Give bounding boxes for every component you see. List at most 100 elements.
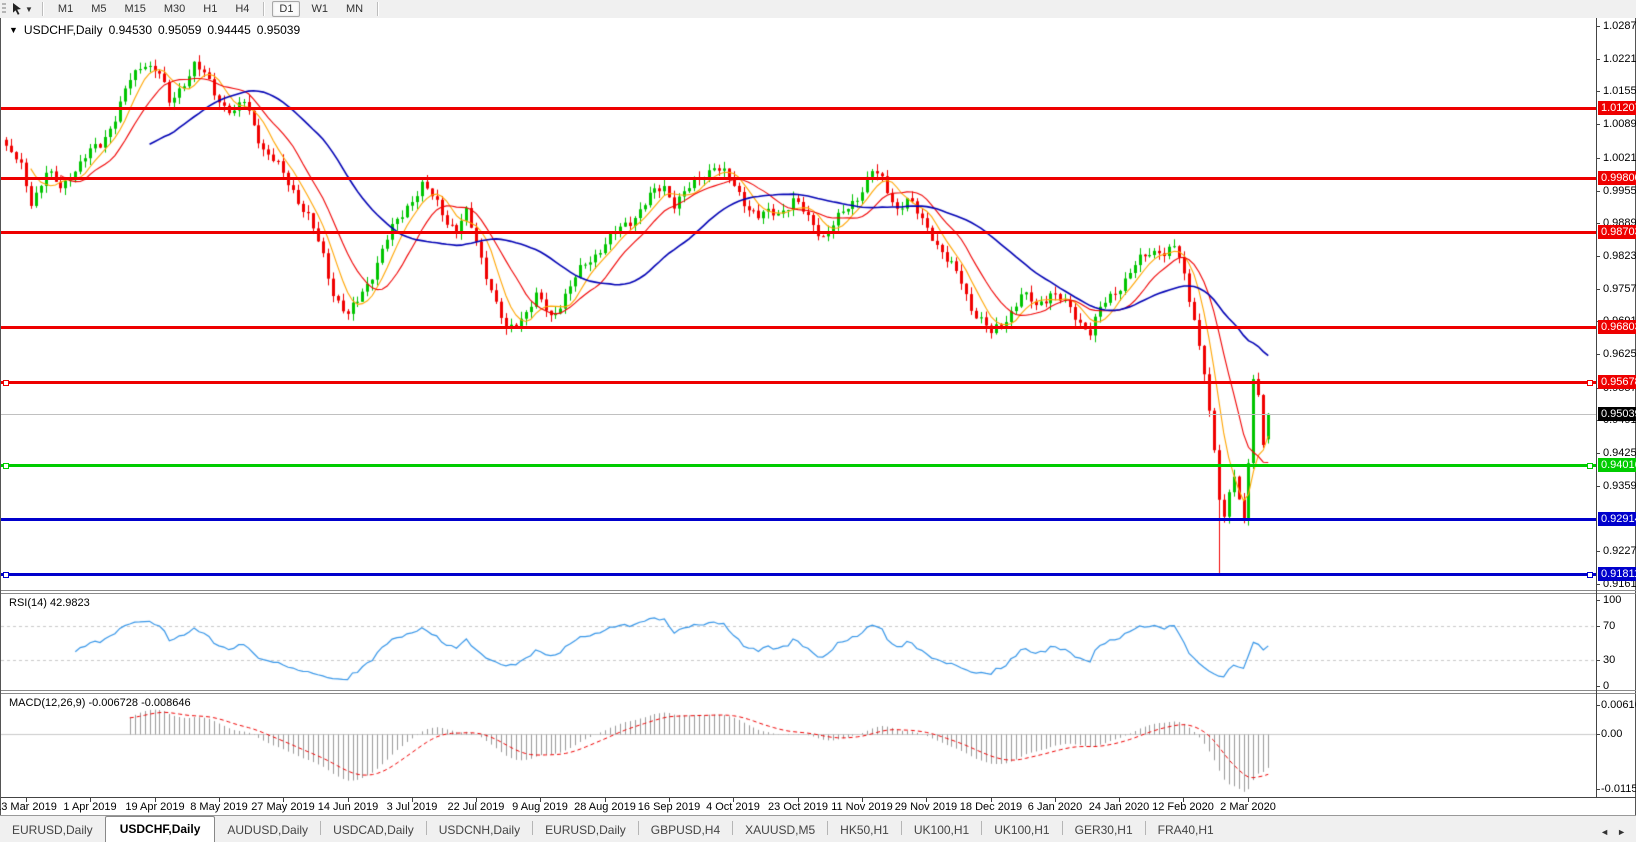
price-tick <box>1596 256 1600 257</box>
price-tick <box>1596 354 1600 355</box>
chart-tab-xauusd-m5[interactable]: XAUUSD,M5 <box>733 819 827 842</box>
symbol-dropdown-icon[interactable]: ▼ <box>9 25 18 35</box>
chevron-down-icon[interactable]: ▼ <box>25 5 33 14</box>
chart-tab-usdchf-daily[interactable]: USDCHF,Daily <box>105 816 216 842</box>
horizontal-line-0.94016[interactable] <box>1 464 1596 467</box>
ohlc-low: 0.94445 <box>207 23 250 37</box>
timeframe-button-w1[interactable]: W1 <box>304 1 335 17</box>
rsi-tick <box>1596 660 1600 661</box>
timeframe-button-h1[interactable]: H1 <box>196 1 224 17</box>
pane-separator[interactable] <box>1 593 1636 594</box>
date-label: 2 Mar 2020 <box>1208 801 1288 813</box>
horizontal-line-0.99800[interactable] <box>1 177 1596 180</box>
horizontal-line-1.01207[interactable] <box>1 107 1596 110</box>
horizontal-line-0.96803[interactable] <box>1 326 1596 329</box>
chart-tab-gbpusd-h4[interactable]: GBPUSD,H4 <box>639 819 732 842</box>
line-handle[interactable] <box>1587 572 1593 578</box>
macd-tick <box>1596 705 1600 706</box>
timeframe-toolbar: ▼ M1M5M15 M30H1H4 D1W1MN <box>0 0 1636 18</box>
price-tick <box>1596 289 1600 290</box>
rsi-tick-label: 0 <box>1603 680 1609 692</box>
price-tick <box>1596 486 1600 487</box>
price-tick-label: 0.99550 <box>1603 185 1636 197</box>
horizontal-line-0.98703[interactable] <box>1 231 1596 234</box>
chart-tab-audusd-daily[interactable]: AUDUSD,Daily <box>215 819 320 842</box>
price-tick-label: 0.93590 <box>1603 480 1636 492</box>
chart-tab-ger30-h1[interactable]: GER30,H1 <box>1063 819 1145 842</box>
price-level-badge: 0.95678 <box>1598 375 1636 389</box>
tab-scroll-left-icon[interactable]: ◄ <box>1600 827 1609 837</box>
timeframe-button-m15[interactable]: M15 <box>117 1 152 17</box>
rsi-tick <box>1596 686 1600 687</box>
chart-tab-usdcad-daily[interactable]: USDCAD,Daily <box>321 819 426 842</box>
line-handle[interactable] <box>3 380 9 386</box>
macd-tick-label: -0.011533 <box>1601 783 1636 795</box>
line-handle[interactable] <box>3 572 9 578</box>
line-handle[interactable] <box>1587 380 1593 386</box>
price-tick-label: 0.96250 <box>1603 348 1636 360</box>
toolbar-grip[interactable] <box>2 3 6 15</box>
pane-separator[interactable] <box>1 693 1636 694</box>
current-price-badge: 0.95039 <box>1598 407 1636 421</box>
price-tick-label: 0.98230 <box>1603 250 1636 262</box>
chart-tab-uk100-h1[interactable]: UK100,H1 <box>902 819 981 842</box>
timeframe-button-h4[interactable]: H4 <box>228 1 256 17</box>
macd-tick-label: 0.00 <box>1601 728 1622 740</box>
price-tick <box>1596 191 1600 192</box>
macd-label: MACD(12,26,9) -0.006728 -0.008646 <box>9 697 191 709</box>
horizontal-line-0.91811[interactable] <box>1 573 1596 576</box>
price-tick <box>1596 584 1600 585</box>
timeframe-buttons: M1M5M15 M30H1H4 D1W1MN <box>49 1 384 17</box>
macd-tick <box>1596 734 1600 735</box>
pane-separator[interactable] <box>1 590 1636 591</box>
timeframe-button-mn[interactable]: MN <box>339 1 370 17</box>
price-tick <box>1596 223 1600 224</box>
chart-tab-uk100-h1[interactable]: UK100,H1 <box>982 819 1061 842</box>
line-handle[interactable] <box>1587 463 1593 469</box>
price-tick-label: 0.92270 <box>1603 545 1636 557</box>
timeframe-button-m5[interactable]: M5 <box>84 1 113 17</box>
chart-window: ▼ USDCHF,Daily 0.94530 0.95059 0.94445 0… <box>0 18 1636 815</box>
current-price-line <box>1 414 1596 415</box>
rsi-chart-canvas[interactable] <box>1 594 1596 690</box>
price-tick <box>1596 91 1600 92</box>
price-level-badge: 0.94016 <box>1598 458 1636 472</box>
pane-separator[interactable] <box>1 690 1636 691</box>
chart-tab-usdcnh-daily[interactable]: USDCNH,Daily <box>427 819 532 842</box>
horizontal-line-0.95678[interactable] <box>1 381 1596 384</box>
rsi-tick-label: 100 <box>1603 594 1621 606</box>
chart-tab-fra40-h1[interactable]: FRA40,H1 <box>1146 819 1226 842</box>
chart-tab-eurusd-daily[interactable]: EURUSD,Daily <box>533 819 638 842</box>
chart-tabbar: EURUSD,DailyUSDCHF,DailyAUDUSD,DailyUSDC… <box>0 815 1636 842</box>
horizontal-line-0.92914[interactable] <box>1 518 1596 521</box>
price-tick <box>1596 26 1600 27</box>
price-tick-label: 1.02870 <box>1603 20 1636 32</box>
price-tick-label: 1.00890 <box>1603 118 1636 130</box>
price-level-badge: 0.92914 <box>1598 512 1636 526</box>
chart-tab-hk50-h1[interactable]: HK50,H1 <box>828 819 901 842</box>
price-tick-label: 1.02210 <box>1603 53 1636 65</box>
price-tick <box>1596 551 1600 552</box>
toolbar-separator <box>377 2 379 16</box>
macd-tick-label: 0.006167 <box>1601 699 1636 711</box>
rsi-label: RSI(14) 42.9823 <box>9 597 90 609</box>
price-level-badge: 0.98703 <box>1598 225 1636 239</box>
price-chart-canvas[interactable] <box>1 18 1596 590</box>
cursor-tool-icon[interactable] <box>10 2 24 16</box>
date-axis-line <box>1 797 1636 798</box>
toolbar-separator <box>42 2 44 16</box>
timeframe-button-m30[interactable]: M30 <box>157 1 192 17</box>
tab-scroll-right-icon[interactable]: ► <box>1617 827 1626 837</box>
timeframe-button-d1[interactable]: D1 <box>272 1 300 17</box>
rsi-tick-label: 70 <box>1603 620 1615 632</box>
metatrader-window: ▼ M1M5M15 M30H1H4 D1W1MN ▼ USDCHF,Daily 0.… <box>0 0 1636 842</box>
price-level-badge: 1.01207 <box>1598 101 1636 115</box>
chart-tab-eurusd-daily[interactable]: EURUSD,Daily <box>0 819 105 842</box>
timeframe-button-m1[interactable]: M1 <box>51 1 80 17</box>
chart-symbol: USDCHF,Daily <box>24 23 103 37</box>
price-tick-label: 0.97570 <box>1603 283 1636 295</box>
macd-chart-canvas[interactable] <box>1 694 1596 797</box>
rsi-tick-label: 30 <box>1603 654 1615 666</box>
macd-tick <box>1596 789 1600 790</box>
line-handle[interactable] <box>3 463 9 469</box>
